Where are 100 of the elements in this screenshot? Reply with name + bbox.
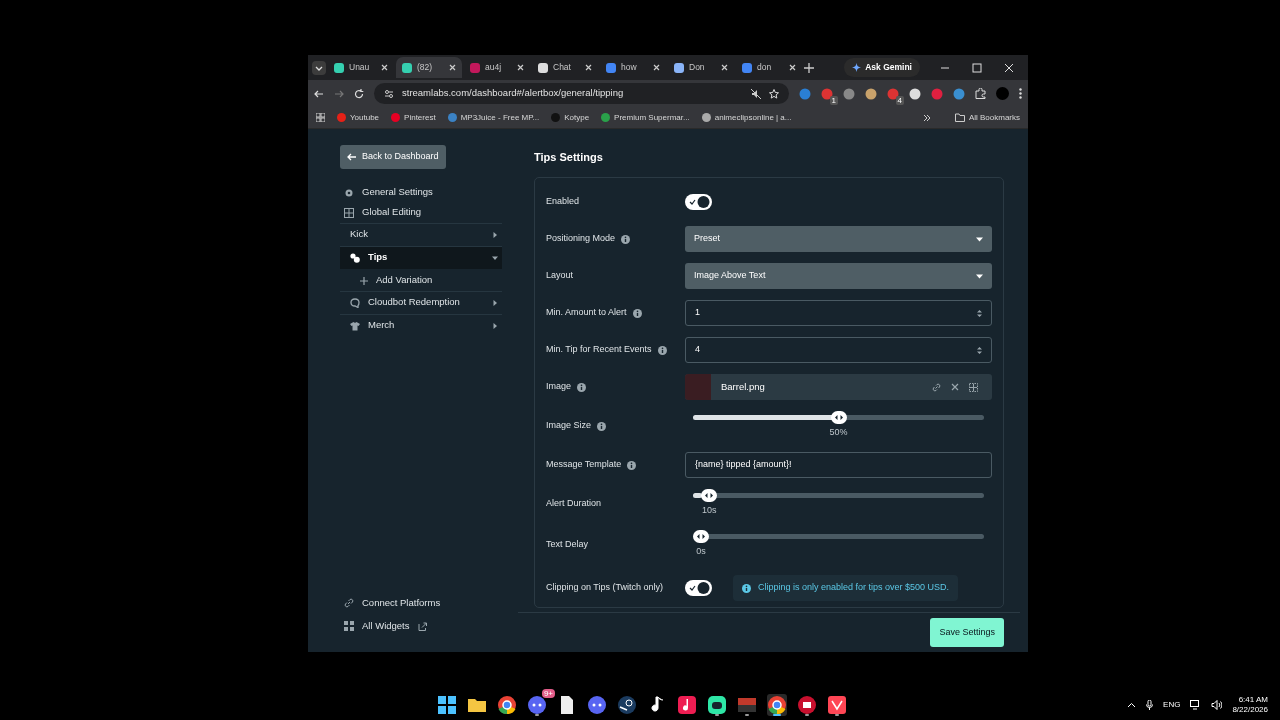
widgets-icon xyxy=(344,621,354,631)
game-icon[interactable] xyxy=(827,695,847,715)
sidebar-item[interactable]: Kick xyxy=(340,222,502,246)
sidebar-item[interactable]: Cloudbot Redemption xyxy=(340,290,502,314)
bookmark-link[interactable]: MP3Juice - Free MP... xyxy=(447,111,540,124)
favicon-icon xyxy=(538,62,548,73)
back-button[interactable]: Back to Dashboard xyxy=(340,145,446,169)
field-label: Min. Tip for Recent Events xyxy=(546,343,652,357)
browser-icon[interactable] xyxy=(767,695,787,715)
info-icon[interactable] xyxy=(657,345,667,355)
close-icon[interactable] xyxy=(789,64,796,71)
browser-tab[interactable]: Chat xyxy=(532,57,598,78)
image-file-field[interactable]: Barrel.png xyxy=(685,374,992,400)
info-icon[interactable] xyxy=(597,421,607,431)
spinner-arrows-icon[interactable] xyxy=(977,345,982,355)
site-settings-icon[interactable] xyxy=(384,88,394,99)
slider-value: 50% xyxy=(829,425,848,439)
chat-app-icon[interactable] xyxy=(587,695,607,715)
sidebar-item[interactable]: Global Editing xyxy=(340,202,502,223)
browser-tab[interactable]: don xyxy=(736,57,802,78)
grid-icon[interactable] xyxy=(969,382,978,392)
chevrons-icon[interactable] xyxy=(922,113,931,122)
extension-badge: 4 xyxy=(895,95,904,105)
info-icon[interactable] xyxy=(621,234,631,244)
save-settings-button[interactable]: Save Settings xyxy=(930,617,1004,648)
favicon-icon xyxy=(601,113,611,122)
more-menu-icon[interactable] xyxy=(1019,88,1022,99)
address-bar[interactable]: streamlabs.com/dashboard#/alertbox/general/tipping xyxy=(374,83,789,104)
info-icon[interactable] xyxy=(632,308,642,318)
bookmark-link[interactable]: Premium Supermar... xyxy=(601,111,690,124)
link-icon[interactable] xyxy=(932,382,941,392)
close-icon[interactable] xyxy=(449,64,456,71)
steam-icon[interactable] xyxy=(617,695,637,715)
music-note-icon[interactable] xyxy=(677,695,697,715)
extension-icon[interactable] xyxy=(865,88,877,101)
field-label: Positioning Mode xyxy=(546,232,616,246)
dropdown[interactable]: Image Above Text xyxy=(685,263,992,289)
toggle-switch[interactable] xyxy=(685,194,712,210)
folder-icon xyxy=(954,113,965,122)
network-icon[interactable] xyxy=(1190,700,1202,710)
caret-right-icon xyxy=(492,322,498,329)
field-label: Min. Amount to Alert xyxy=(546,306,627,320)
volume-icon[interactable] xyxy=(1211,700,1223,710)
chevron-up-icon[interactable] xyxy=(1127,702,1137,708)
caret-right-icon xyxy=(492,231,498,238)
browser-tab[interactable]: how xyxy=(600,57,666,78)
new-tab-icon[interactable] xyxy=(804,62,814,73)
browser-icon[interactable] xyxy=(497,695,517,715)
microphone-icon[interactable] xyxy=(1146,700,1154,710)
clock[interactable]: 6:41 AM 8/22/2026 xyxy=(1232,695,1268,715)
bookmark-link[interactable]: animeclipsonline | a... xyxy=(701,111,792,124)
close-icon[interactable] xyxy=(381,64,388,71)
reload-icon[interactable] xyxy=(354,88,364,99)
sidebar-item[interactable]: Merch xyxy=(340,313,502,337)
puzzle-icon[interactable] xyxy=(975,88,986,99)
forward-icon[interactable] xyxy=(334,88,344,99)
windows-logo-icon[interactable] xyxy=(437,695,457,715)
close-icon[interactable] xyxy=(653,64,660,71)
browser-tab[interactable]: Don xyxy=(668,57,734,78)
ask-gemini-button[interactable]: Ask Gemini xyxy=(844,58,920,77)
slider-thumb[interactable] xyxy=(830,410,847,424)
info-icon[interactable] xyxy=(577,382,586,392)
number-field[interactable]: 1 xyxy=(685,300,992,326)
tab-list-icon[interactable] xyxy=(312,60,326,75)
browser-tab[interactable]: Unau xyxy=(328,57,394,78)
language-indicator[interactable]: ENG xyxy=(1163,699,1181,711)
browser-tab[interactable]: au4j xyxy=(464,57,530,78)
bookmark-link[interactable]: Pinterest xyxy=(391,111,436,124)
slider-thumb[interactable] xyxy=(693,529,709,543)
chat-app-icon[interactable] xyxy=(527,695,547,715)
sidebar-item[interactable]: Tips xyxy=(340,245,502,269)
slider-thumb[interactable] xyxy=(701,488,718,502)
bookmark-link[interactable]: Youtube xyxy=(337,111,380,124)
browser-tab[interactable]: (82) xyxy=(396,57,462,78)
maximize-icon[interactable] xyxy=(972,62,982,73)
back-icon[interactable] xyxy=(314,88,324,99)
number-field[interactable]: 4 xyxy=(685,337,992,363)
all-bookmarks-link[interactable]: All Bookmarks xyxy=(954,111,1020,124)
info-icon[interactable] xyxy=(627,460,637,470)
field-label: Enabled xyxy=(546,195,580,209)
dropdown[interactable]: Preset xyxy=(685,226,992,252)
section-title: Tips Settings xyxy=(534,150,604,165)
text-field[interactable]: {name} tipped {amount}! xyxy=(685,452,992,478)
close-icon[interactable] xyxy=(585,64,592,71)
toggle-switch[interactable] xyxy=(685,580,712,596)
extension-icon[interactable] xyxy=(909,88,921,101)
favicon-icon xyxy=(606,62,616,73)
all-widgets-link[interactable]: All Widgets xyxy=(340,616,502,636)
star-icon[interactable] xyxy=(769,88,779,99)
bookmark-link[interactable]: Kotype xyxy=(551,111,590,124)
spinner-arrows-icon[interactable] xyxy=(977,308,982,318)
app-icon[interactable] xyxy=(797,695,817,715)
close-icon[interactable] xyxy=(517,64,524,71)
add-variation-link[interactable]: Add Variation xyxy=(340,270,502,291)
apps-grid-icon[interactable] xyxy=(316,113,325,122)
mixer-app-icon[interactable] xyxy=(737,695,757,715)
sidebar-item[interactable]: General Settings xyxy=(340,182,502,203)
muted-speaker-icon[interactable] xyxy=(751,88,761,99)
close-icon[interactable] xyxy=(721,64,728,71)
connect-platforms-link[interactable]: Connect Platforms xyxy=(340,593,502,613)
